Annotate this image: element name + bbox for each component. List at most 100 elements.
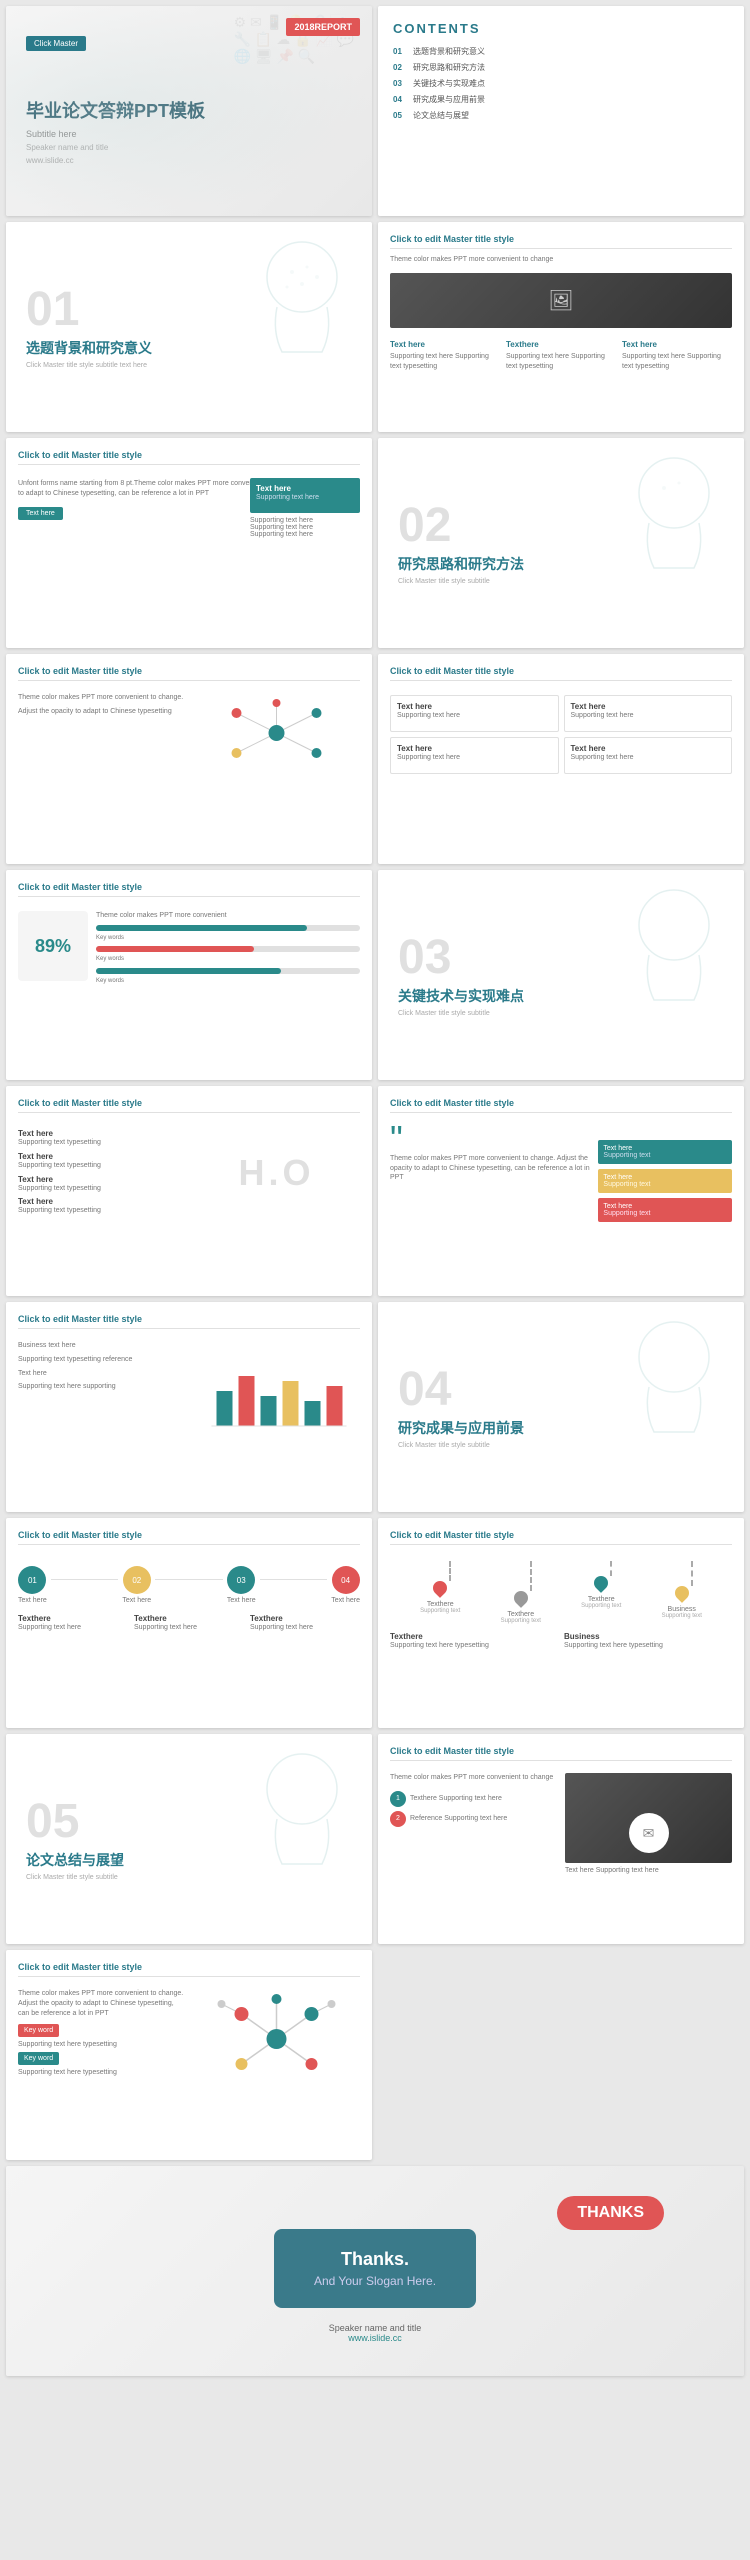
- slide-title-16: Click to edit Master title style: [390, 1530, 732, 1545]
- pins-text-cols: Texthere Supporting text here typesettin…: [390, 1632, 732, 1655]
- teal-button[interactable]: Text here: [18, 507, 63, 520]
- barchart-svg: [193, 1341, 360, 1431]
- proc-col-3: Texthere Supporting text here: [250, 1614, 360, 1637]
- cover-tag: Click Master: [26, 36, 86, 51]
- percent-badge: 89%: [18, 911, 88, 981]
- slide-pins: Click to edit Master title style Texther…: [378, 1518, 744, 1728]
- progress-bar-3: [96, 968, 360, 974]
- progress-bar-2: [96, 946, 360, 952]
- step-connector-1: [51, 1579, 119, 1580]
- slide-description: Theme color makes PPT more convenient to…: [390, 255, 732, 265]
- slide-molecule: Click to edit Master title style Theme c…: [6, 1950, 372, 2160]
- thanks-badge: THANKS: [557, 2196, 664, 2230]
- room-items: 1 Texthere Supporting text here 2 Refere…: [390, 1791, 557, 1827]
- molecule-layout: Theme color makes PPT more convenient to…: [18, 1989, 360, 2092]
- pins-container: Texthere Supporting text Texthere Suppor…: [390, 1561, 732, 1624]
- contents-item-4: 04 研究成果与应用前景: [393, 94, 729, 105]
- slide-title-7: Click to edit Master title style: [18, 666, 360, 681]
- slide-title-5: Click to edit Master title style: [18, 450, 360, 465]
- head-silhouette-04-icon: [604, 1312, 734, 1452]
- slide-title-8: Click to edit Master title style: [390, 666, 732, 681]
- quote-mark: ": [390, 1125, 590, 1154]
- slide-contents: CONTENTS 01 选题背景和研究意义 02 研究思路和研究方法 03 关键…: [378, 6, 744, 216]
- quote-box-1: Text here Supporting text: [598, 1140, 732, 1164]
- ho-row-1: Text here Supporting text typesetting: [18, 1129, 185, 1148]
- box-1: Text here Supporting text here: [390, 695, 559, 732]
- pin-head-1: [430, 1578, 450, 1598]
- ho-row-4: Text here Supporting text typesetting: [18, 1197, 185, 1216]
- progress-text: Theme color makes PPT more convenient Ke…: [96, 911, 360, 989]
- thanks-text: Thanks.: [314, 2249, 436, 2270]
- slide-section-04: 04 研究成果与应用前景 Click Master title style su…: [378, 1302, 744, 1512]
- molecule-text: Theme color makes PPT more convenient to…: [18, 1989, 185, 2092]
- slide-process: Click to edit Master title style 01 Text…: [6, 1518, 372, 1728]
- room-circle-overlay: ✉: [629, 1813, 669, 1853]
- slide-section-05: 05 论文总结与展望 Click Master title style subt…: [6, 1734, 372, 1944]
- box-3: Text here Supporting text here: [390, 737, 559, 774]
- pin-4: Business Supporting text: [662, 1561, 702, 1624]
- contents-item-3: 03 关键技术与实现难点: [393, 78, 729, 89]
- step-02: 02 Text here: [122, 1566, 151, 1604]
- right-panel-box: Text here Supporting text here: [250, 478, 360, 513]
- slide-title-9: Click to edit Master title style: [18, 882, 360, 897]
- cover-year-badge: 2018REPORT: [286, 18, 360, 36]
- quote-box-3: Text here Supporting text: [598, 1198, 732, 1222]
- slide-section-02: 02 研究思路和研究方法 Click Master title style su…: [378, 438, 744, 648]
- ho-text-col: Text here Supporting text typesetting Te…: [18, 1125, 185, 1220]
- quote-box-2: Text here Supporting text: [598, 1169, 732, 1193]
- quote-visual: Text here Supporting text Text here Supp…: [598, 1125, 732, 1222]
- barchart-layout: Business text here Supporting text types…: [18, 1341, 360, 1434]
- thanks-url: www.islide.cc: [348, 2333, 402, 2343]
- slide-cover: ⚙ ✉ 📱 💡 🔗 📊 🔧 📋 ☁ 🔒 📈 💬 🌐 🖥 📌 🔍 Click Ma…: [6, 6, 372, 216]
- slide-ho: Click to edit Master title style Text he…: [6, 1086, 372, 1296]
- head-silhouette-03-icon: [604, 880, 734, 1020]
- ho-row-3: Text here Supporting text typesetting: [18, 1175, 185, 1194]
- progress-bar-1: [96, 925, 360, 931]
- right-panel: Text here Supporting text here Supportin…: [250, 478, 360, 538]
- slide-title-11: Click to edit Master title style: [18, 1098, 360, 1113]
- tag-key-word-2: Key word: [18, 2052, 59, 2065]
- head-silhouette-05-icon: [232, 1744, 362, 1884]
- col-item-1: Text here Supporting text here Supportin…: [390, 340, 500, 376]
- right-panel-text: Supporting text here Supporting text her…: [250, 517, 360, 538]
- network-text: Theme color makes PPT more convenient to…: [18, 693, 185, 773]
- room-text: Theme color makes PPT more convenient to…: [390, 1773, 557, 1874]
- step-04: 04 Text here: [331, 1566, 360, 1604]
- room-caption: Text here Supporting text here: [565, 1867, 732, 1874]
- slide-title-19: Click to edit Master title style: [18, 1962, 360, 1977]
- slide-content-image: Click to edit Master title style Theme c…: [378, 222, 744, 432]
- thanks-speaker: Speaker name and title: [329, 2323, 422, 2333]
- pins-col-1: Texthere Supporting text here typesettin…: [390, 1632, 558, 1655]
- slide-quote: Click to edit Master title style " Theme…: [378, 1086, 744, 1296]
- slide-boxes: Click to edit Master title style Text he…: [378, 654, 744, 864]
- box-4: Text here Supporting text here: [564, 737, 733, 774]
- proc-col-1: Texthere Supporting text here: [18, 1614, 128, 1637]
- slide-network: Click to edit Master title style Theme c…: [6, 654, 372, 864]
- step-01: 01 Text here: [18, 1566, 47, 1604]
- slide-progress: Click to edit Master title style 89% The…: [6, 870, 372, 1080]
- contents-title: CONTENTS: [393, 21, 729, 36]
- tag-key-word-1: Key word: [18, 2024, 59, 2037]
- molecule-svg: [193, 1989, 360, 2089]
- slide-title: Click to edit Master title style: [390, 234, 732, 249]
- box-2: Text here Supporting text here: [564, 695, 733, 732]
- quote-layout: " Theme color makes PPT more convenient …: [390, 1125, 732, 1222]
- slide-barchart: Click to edit Master title style Busines…: [6, 1302, 372, 1512]
- process-text-cols: Texthere Supporting text here Texthere S…: [18, 1614, 360, 1637]
- boxes-grid: Text here Supporting text here Text here…: [390, 695, 732, 774]
- proc-col-2: Texthere Supporting text here: [134, 1614, 244, 1637]
- col-item-3: Text here Supporting text here Supportin…: [622, 340, 732, 376]
- molecule-tags: Key word Supporting text here typesettin…: [18, 2024, 185, 2076]
- cover-bg-icons: ⚙ ✉ 📱 💡 🔗 📊 🔧 📋 ☁ 🔒 📈 💬 🌐 🖥 📌 🔍: [226, 6, 372, 216]
- room-image: ✉ Text here Supporting text here: [565, 1773, 732, 1874]
- room-item-2: 2 Reference Supporting text here: [390, 1811, 557, 1827]
- head-silhouette-02-icon: [604, 448, 734, 588]
- thanks-main-box: Thanks. And Your Slogan Here.: [274, 2229, 476, 2308]
- step-connector-3: [260, 1579, 328, 1580]
- slide-section-01: 01 选题背景和研究意义 Click Master title style su…: [6, 222, 372, 432]
- head-silhouette-icon: [232, 232, 362, 372]
- ho-row-2: Text here Supporting text typesetting: [18, 1152, 185, 1171]
- network-visual: [193, 693, 360, 773]
- ho-visual: H.O: [193, 1125, 360, 1220]
- network-svg: [193, 693, 360, 773]
